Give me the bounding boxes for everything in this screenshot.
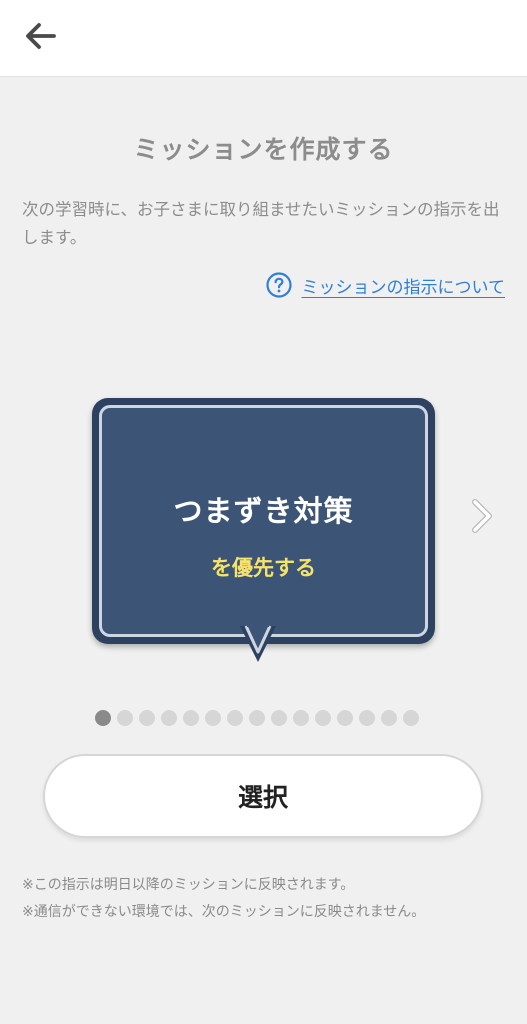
arrow-left-icon [26,23,56,49]
mission-card-frame: つまずき対策 を優先する [99,405,428,637]
pagination-dot[interactable] [227,710,243,726]
page-title: ミッションを作成する [133,135,394,164]
note-offline: ※通信ができない環境では、次のミッションに反映されません。 [22,904,426,920]
pagination-dot[interactable] [161,710,177,726]
mission-card-subtitle: を優先する [211,556,316,580]
pagination-dot[interactable] [117,710,133,726]
speech-bubble-tail [240,623,276,662]
pagination-dot[interactable] [95,710,111,726]
pagination-dot[interactable] [337,710,353,726]
mission-card[interactable]: つまずき対策 を優先する [92,398,435,662]
pagination-dot[interactable] [183,710,199,726]
page-description: 次の学習時に、お子さまに取り組ませたいミッションの指示を出します。 [22,200,500,247]
pagination-dot[interactable] [139,710,155,726]
pagination-dot[interactable] [403,710,419,726]
pagination-dot[interactable] [205,710,221,726]
note-apply-tomorrow: ※この指示は明日以降のミッションに反映されます。 [22,877,355,893]
carousel-pagination [95,710,419,726]
top-bar [0,0,527,77]
chevron-right-icon[interactable] [462,496,502,536]
select-button[interactable]: 選択 [43,754,483,838]
pagination-dot[interactable] [271,710,287,726]
question-circle-icon [265,272,292,298]
pagination-dot[interactable] [293,710,309,726]
pagination-dot[interactable] [249,710,265,726]
pagination-dot[interactable] [315,710,331,726]
pagination-dot[interactable] [359,710,375,726]
pagination-dot[interactable] [381,710,397,726]
mission-help-link[interactable]: ミッションの指示について [265,272,506,298]
back-button[interactable] [18,14,62,58]
help-link-text: ミッションの指示について [301,277,506,298]
mission-card-title: つまずき対策 [173,494,354,528]
